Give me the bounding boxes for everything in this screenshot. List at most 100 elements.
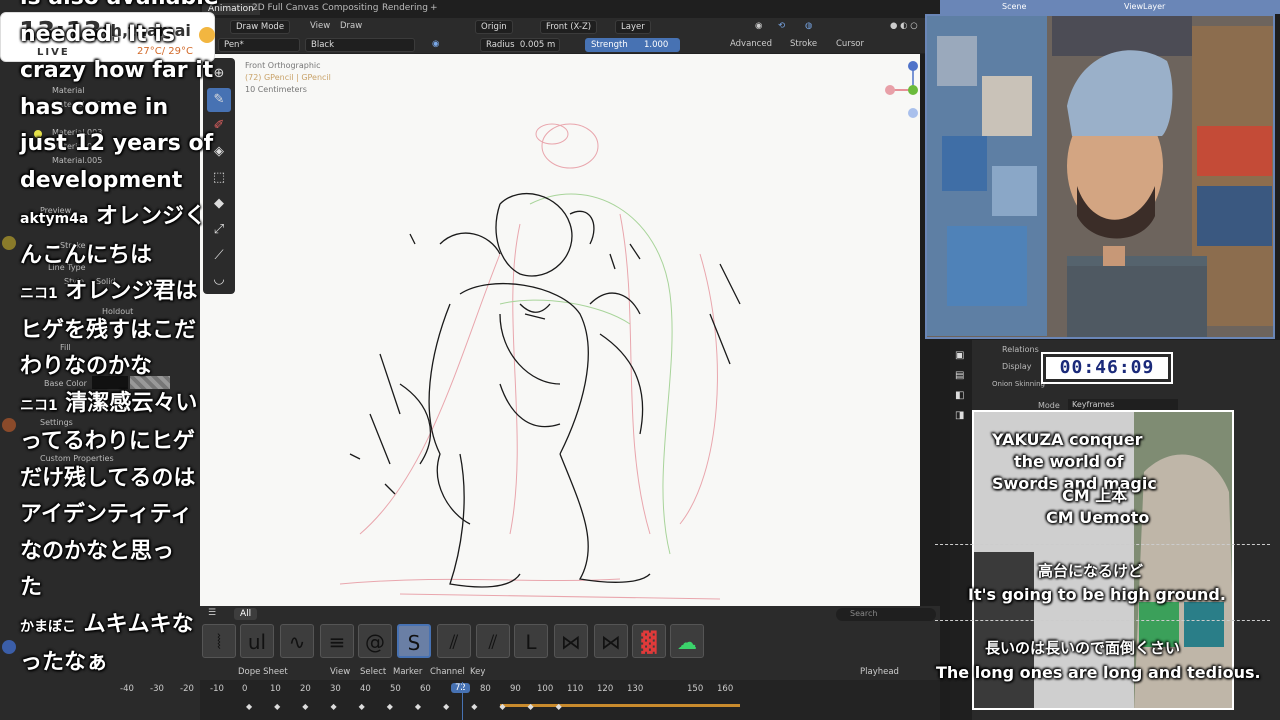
sketch-drawing — [339, 123, 741, 600]
chat-username: ニコ1 — [20, 286, 58, 302]
channel-menu[interactable]: Channel — [430, 667, 465, 677]
view-name: Front Orthographic — [245, 61, 321, 70]
snap-icon[interactable]: ⟲ — [778, 21, 785, 31]
radius-value: 0.005 m — [519, 40, 556, 50]
onion-skinning-section[interactable]: Onion Skinning — [992, 380, 1045, 388]
cursor-dropdown[interactable]: Cursor — [836, 39, 864, 49]
frame-ruler[interactable]: -40 -30 -20 -10 0 10 20 30 40 50 60 72 8… — [120, 683, 940, 696]
brush-search-input[interactable]: Search — [836, 608, 936, 621]
brush-category-all[interactable]: All — [234, 608, 258, 620]
chat-line: なのかなと思っ — [20, 538, 175, 564]
current-frame-indicator[interactable]: 72 — [451, 683, 470, 693]
gizmo-icon[interactable]: ◉ — [755, 21, 762, 31]
tab-rendering[interactable]: Rendering — [382, 3, 428, 13]
material-icon[interactable]: ◉ — [432, 39, 439, 49]
chat-line: アイデンティティ — [20, 502, 193, 527]
frame-tick: 160 — [717, 684, 734, 694]
radius-field[interactable]: Radius 0.005 m — [480, 38, 560, 52]
dope-sheet-dropdown[interactable]: Dope Sheet — [238, 667, 288, 677]
frame-tick: 90 — [510, 684, 521, 694]
brush-thumbnail[interactable]: ⋈ — [594, 624, 628, 658]
sidebar-icon[interactable] — [2, 418, 16, 432]
subtitle-divider — [935, 544, 1270, 545]
properties-tab-icon[interactable]: ◧ — [955, 390, 964, 401]
front-plane-dropdown[interactable]: Front (X-Z) — [540, 20, 598, 34]
frame-tick: -30 — [150, 684, 164, 694]
chat-line: ヒゲを残すはこだ — [20, 317, 197, 343]
frame-tick: 50 — [390, 684, 401, 694]
brush-thumbnail[interactable]: ⋈ — [554, 624, 588, 658]
chat-overlay: is also available needed. It is crazy ho… — [20, 0, 225, 682]
playhead-line[interactable] — [462, 682, 463, 720]
properties-tab-icon[interactable]: ▣ — [955, 350, 964, 361]
brush-thumbnail[interactable]: ⫽ — [476, 624, 510, 658]
subtitle-en: It's going to be high ground. — [968, 585, 1226, 604]
marker-menu[interactable]: Marker — [393, 667, 422, 677]
keyframe-row[interactable]: ◆◆◆◆◆◆◆◆◆◆◆◆ — [200, 702, 940, 711]
subtitle-divider — [935, 620, 1270, 621]
advanced-dropdown[interactable]: Advanced — [730, 39, 772, 49]
frame-tick: -20 — [180, 684, 194, 694]
layer-dropdown[interactable]: Layer — [615, 20, 651, 34]
chat-message: かまぼこ ムキムキな — [20, 607, 225, 646]
brush-thumbnail[interactable]: ⫽ — [437, 624, 471, 658]
key-menu[interactable]: Key — [470, 667, 485, 677]
chat-text: ムキムキな — [83, 611, 194, 637]
subtitle-jp: 長いのは長いので面倒くさい — [985, 639, 1181, 657]
cm-label-en: CM Uemoto — [1046, 508, 1150, 527]
workspace-tabs: Animation 2D Full Canvas Compositing Ren… — [200, 0, 940, 18]
subtitle-en: The long ones are long and tedious. — [936, 663, 1261, 682]
brush-thumbnail[interactable]: ul — [240, 624, 274, 658]
overlay-icon[interactable]: ◍ — [805, 21, 812, 31]
add-workspace-button[interactable]: + — [430, 3, 438, 13]
subtitle-jp: 高台になるけど — [1038, 562, 1144, 580]
frame-tick: 100 — [537, 684, 554, 694]
brush-thumbnail[interactable]: ☁ — [670, 624, 704, 658]
grid-scale: 10 Centimeters — [245, 85, 307, 94]
frame-tick: 30 — [330, 684, 341, 694]
chat-line: just 12 years of — [20, 131, 214, 156]
mode-label: Mode — [1038, 401, 1060, 410]
mode-dropdown[interactable]: Draw Mode — [230, 20, 291, 34]
relations-section[interactable]: Relations — [1002, 345, 1039, 354]
properties-tab-icon[interactable]: ◨ — [955, 410, 964, 421]
navigation-gizmo[interactable] — [882, 58, 922, 120]
sidebar-icon[interactable] — [2, 640, 16, 654]
brush-thumbnail[interactable]: ∿ — [280, 624, 314, 658]
chat-line: た — [20, 575, 43, 600]
view-menu[interactable]: View — [330, 667, 350, 677]
sidebar-icon[interactable] — [2, 236, 16, 250]
select-menu[interactable]: Select — [360, 667, 386, 677]
brush-thumbnail[interactable]: ≡ — [320, 624, 354, 658]
scene-selector[interactable]: Scene — [1002, 2, 1026, 11]
draw-menu[interactable]: Draw — [340, 21, 362, 31]
brush-thumbnail[interactable]: @ — [358, 624, 392, 658]
frame-tick: 0 — [242, 684, 248, 694]
drawing-canvas[interactable] — [200, 54, 920, 606]
origin-dropdown[interactable]: Origin — [475, 20, 513, 34]
radius-label: Radius — [486, 40, 515, 50]
playhead-dropdown[interactable]: Playhead — [860, 667, 899, 677]
display-section[interactable]: Display — [1002, 362, 1032, 371]
chat-username: かまぼこ — [20, 618, 76, 635]
material-dropdown[interactable]: Black — [305, 38, 415, 52]
frame-tick: 80 — [480, 684, 491, 694]
active-object: (72) GPencil | GPencil — [245, 73, 331, 82]
shading-icon[interactable]: ● ◐ ○ — [890, 21, 918, 31]
dope-sheet-timeline: Dope Sheet View Select Marker Channel Ke… — [120, 664, 940, 720]
chat-line: needed. It is — [20, 21, 175, 47]
brush-thumbnail[interactable]: ᒪ — [514, 624, 548, 658]
view-layer-selector[interactable]: ViewLayer — [1124, 2, 1165, 11]
tab-2d-full-canvas[interactable]: 2D Full Canvas — [252, 3, 319, 13]
strength-slider[interactable]: Strength 1.000 — [585, 38, 680, 52]
tab-compositing[interactable]: Compositing — [322, 3, 378, 13]
stroke-dropdown[interactable]: Stroke — [790, 39, 817, 49]
brush-dropdown[interactable]: Pen* — [218, 38, 300, 52]
view-menu[interactable]: View — [310, 21, 330, 31]
properties-tab-icon[interactable]: ▤ — [955, 370, 964, 381]
chat-text: 清潔感云々い — [65, 390, 198, 416]
brush-thumbnail-selected[interactable]: S — [397, 624, 431, 658]
manga-title-line: YAKUZA conquer — [992, 430, 1143, 449]
viewport-header: Draw Mode View Draw Origin Front (X-Z) L… — [200, 18, 940, 36]
brush-thumbnail[interactable]: ▓ — [632, 624, 666, 658]
